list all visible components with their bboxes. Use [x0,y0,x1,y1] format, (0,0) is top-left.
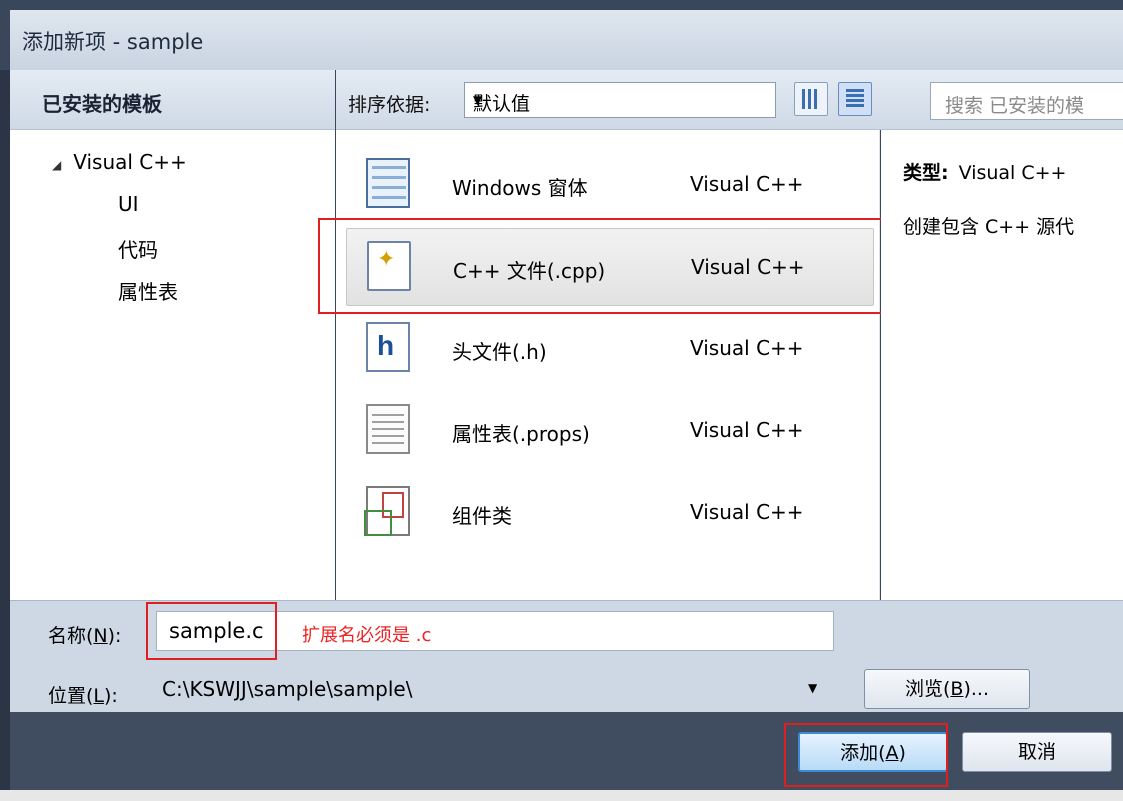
installed-templates-panel: 已安装的模板 ◢ Visual C++ UI 代码 属性表 [10,70,335,600]
tree-item-visual-cpp[interactable]: ◢ Visual C++ [52,150,187,174]
template-language: Visual C++ [690,172,804,196]
window-left-edge [0,70,10,790]
template-name: 组件类 [452,504,512,528]
tree-expand-icon[interactable]: ◢ [52,158,61,172]
extension-hint: 扩展名必须是 .c [302,625,432,646]
template-windows-form[interactable]: Windows 窗体 Visual C++ [346,146,874,224]
template-description: 创建包含 C++ 源代 [903,216,1075,238]
add-button-highlight-box [784,723,948,787]
small-icons-view-button[interactable] [794,82,828,116]
tree-item-code[interactable]: 代码 [118,234,158,263]
type-label: 类型: [903,162,949,184]
sort-dropdown[interactable]: 默认值 ▼ [464,82,776,118]
template-type: 类型: Visual C++ [903,158,1066,185]
grid-view-icon [802,89,820,109]
template-header-file[interactable]: h 头文件(.h) Visual C++ [346,310,874,388]
installed-templates-title: 已安装的模板 [42,92,162,116]
type-value: Visual C++ [958,162,1067,184]
installed-templates-header: 已安装的模板 [10,70,335,130]
window-title: 添加新项 - sample [22,30,204,54]
location-dropdown[interactable]: C:\KSWJJ\sample\sample\ ▼ [156,673,846,709]
search-input[interactable]: 搜索 已安装的模 [930,82,1123,120]
tree-item-ui[interactable]: UI [118,192,139,216]
chevron-down-icon: ▼ [808,681,818,695]
header-file-icon: h [366,322,410,372]
template-language: Visual C++ [690,336,804,360]
browse-button[interactable]: 浏览(B)... [864,669,1030,709]
selection-highlight-box [318,218,890,314]
template-language: Visual C++ [690,418,804,442]
window-bottom-edge [0,790,1123,801]
name-highlight-box [146,602,277,660]
tree-item-property-sheet[interactable]: 属性表 [118,276,178,305]
template-tree: ◢ Visual C++ UI 代码 属性表 [10,130,335,600]
cancel-button[interactable]: 取消 [962,732,1112,772]
template-name: 头文件(.h) [452,340,547,364]
location-value: C:\KSWJJ\sample\sample\ [162,677,413,701]
template-name: Windows 窗体 [452,176,588,200]
template-component-class[interactable]: 组件类 Visual C++ [346,474,874,552]
component-class-icon [364,486,410,536]
template-toolbar: 排序依据: 默认值 ▼ 搜索 已安装的模 [336,70,1123,130]
list-view-icon [846,89,864,109]
template-language: Visual C++ [690,500,804,524]
windows-form-icon [366,158,410,208]
name-label: 名称(N): [48,625,122,647]
title-bar[interactable]: 添加新项 - sample [10,10,1123,70]
template-property-sheet[interactable]: 属性表(.props) Visual C++ [346,392,874,470]
list-view-button[interactable] [838,82,872,116]
tree-item-label: Visual C++ [73,150,187,174]
template-list: Windows 窗体 Visual C++ ✦ C++ 文件(.cpp) Vis… [336,130,880,600]
dialog-footer: 添加(A) 取消 [10,712,1123,790]
chevron-down-icon: ▼ [473,93,483,107]
sort-label: 排序依据: [348,94,431,116]
property-sheet-icon [366,404,410,454]
search-placeholder: 搜索 已安装的模 [945,95,1085,117]
location-label: 位置(L): [48,685,118,707]
template-name: 属性表(.props) [452,422,590,446]
template-details-panel: 类型: Visual C++ 创建包含 C++ 源代 [881,130,1123,600]
